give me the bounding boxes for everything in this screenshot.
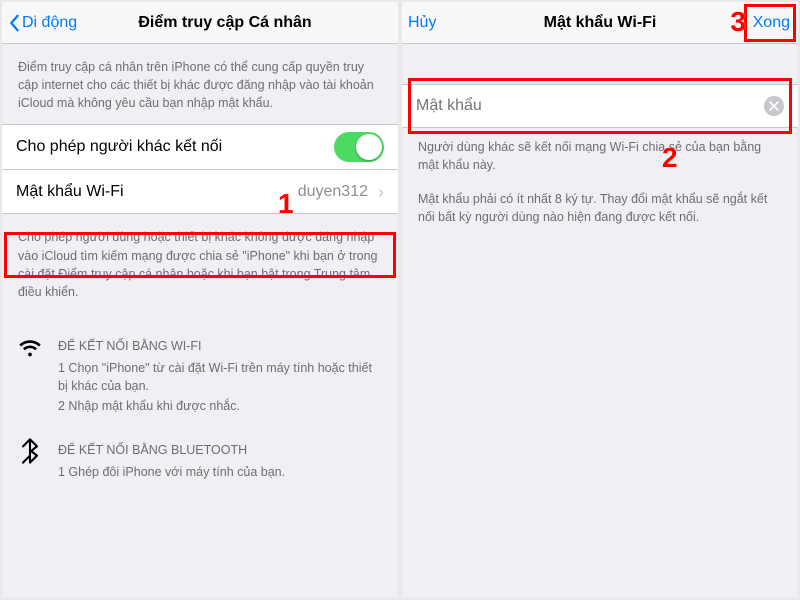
redbox-done <box>744 4 796 42</box>
wifi-icon <box>16 333 44 361</box>
wifi-password-row[interactable]: Mật khẩu Wi-Fi duyen312 › <box>2 169 398 213</box>
bt-step-1: 1 Ghép đôi iPhone với máy tính của bạn. <box>2 463 398 483</box>
wifi-section-title: ĐỂ KẾT NỐI BẰNG WI-FI <box>2 331 398 359</box>
wifi-instructions: ĐỂ KẾT NỐI BẰNG WI-FI 1 Chọn "iPhone" từ… <box>2 331 398 417</box>
wifi-password-value: duyen312 <box>298 183 372 201</box>
allow-toggle[interactable] <box>334 132 384 162</box>
left-pane: Di động Điểm truy cập Cá nhân Điểm truy … <box>0 0 400 600</box>
back-label: Di động <box>22 14 77 32</box>
cancel-button[interactable]: Hủy <box>408 14 436 32</box>
chevron-left-icon <box>8 14 20 32</box>
settings-group: Cho phép người khác kết nối Mật khẩu Wi-… <box>2 124 398 214</box>
back-button[interactable]: Di động <box>8 14 77 32</box>
wifi-step-1: 1 Chọn "iPhone" từ cài đặt Wi-Fi trên má… <box>2 359 398 397</box>
right-pane: Hủy Mật khẩu Wi-Fi Xong Người dùng khác … <box>400 0 800 600</box>
toggle-knob <box>356 134 382 160</box>
bluetooth-instructions: ĐỂ KẾT NỐI BẰNG BLUETOOTH 1 Ghép đôi iPh… <box>2 435 398 483</box>
bluetooth-icon <box>16 437 44 465</box>
password-note-1: Người dùng khác sẽ kết nối mạng Wi-Fi ch… <box>402 128 798 186</box>
bt-section-title: ĐỂ KẾT NỐI BẰNG BLUETOOTH <box>2 435 398 463</box>
redbox-password-row <box>4 232 396 278</box>
chevron-right-icon: › <box>372 183 384 201</box>
intro-text: Điểm truy cập cá nhân trên iPhone có thể… <box>2 44 398 124</box>
annotation-3: 3 <box>730 6 746 38</box>
annotation-2: 2 <box>662 142 678 174</box>
cancel-label: Hủy <box>408 14 436 32</box>
redbox-input <box>408 78 792 134</box>
wifi-step-2: 2 Nhập mật khẩu khi được nhắc. <box>2 397 398 417</box>
navbar-left: Di động Điểm truy cập Cá nhân <box>2 2 398 44</box>
allow-others-row[interactable]: Cho phép người khác kết nối <box>2 125 398 169</box>
annotation-1: 1 <box>278 188 294 220</box>
allow-others-label: Cho phép người khác kết nối <box>16 138 222 156</box>
wifi-password-label: Mật khẩu Wi-Fi <box>16 183 124 201</box>
password-note-2: Mật khẩu phải có ít nhất 8 ký tự. Thay đ… <box>402 186 798 238</box>
